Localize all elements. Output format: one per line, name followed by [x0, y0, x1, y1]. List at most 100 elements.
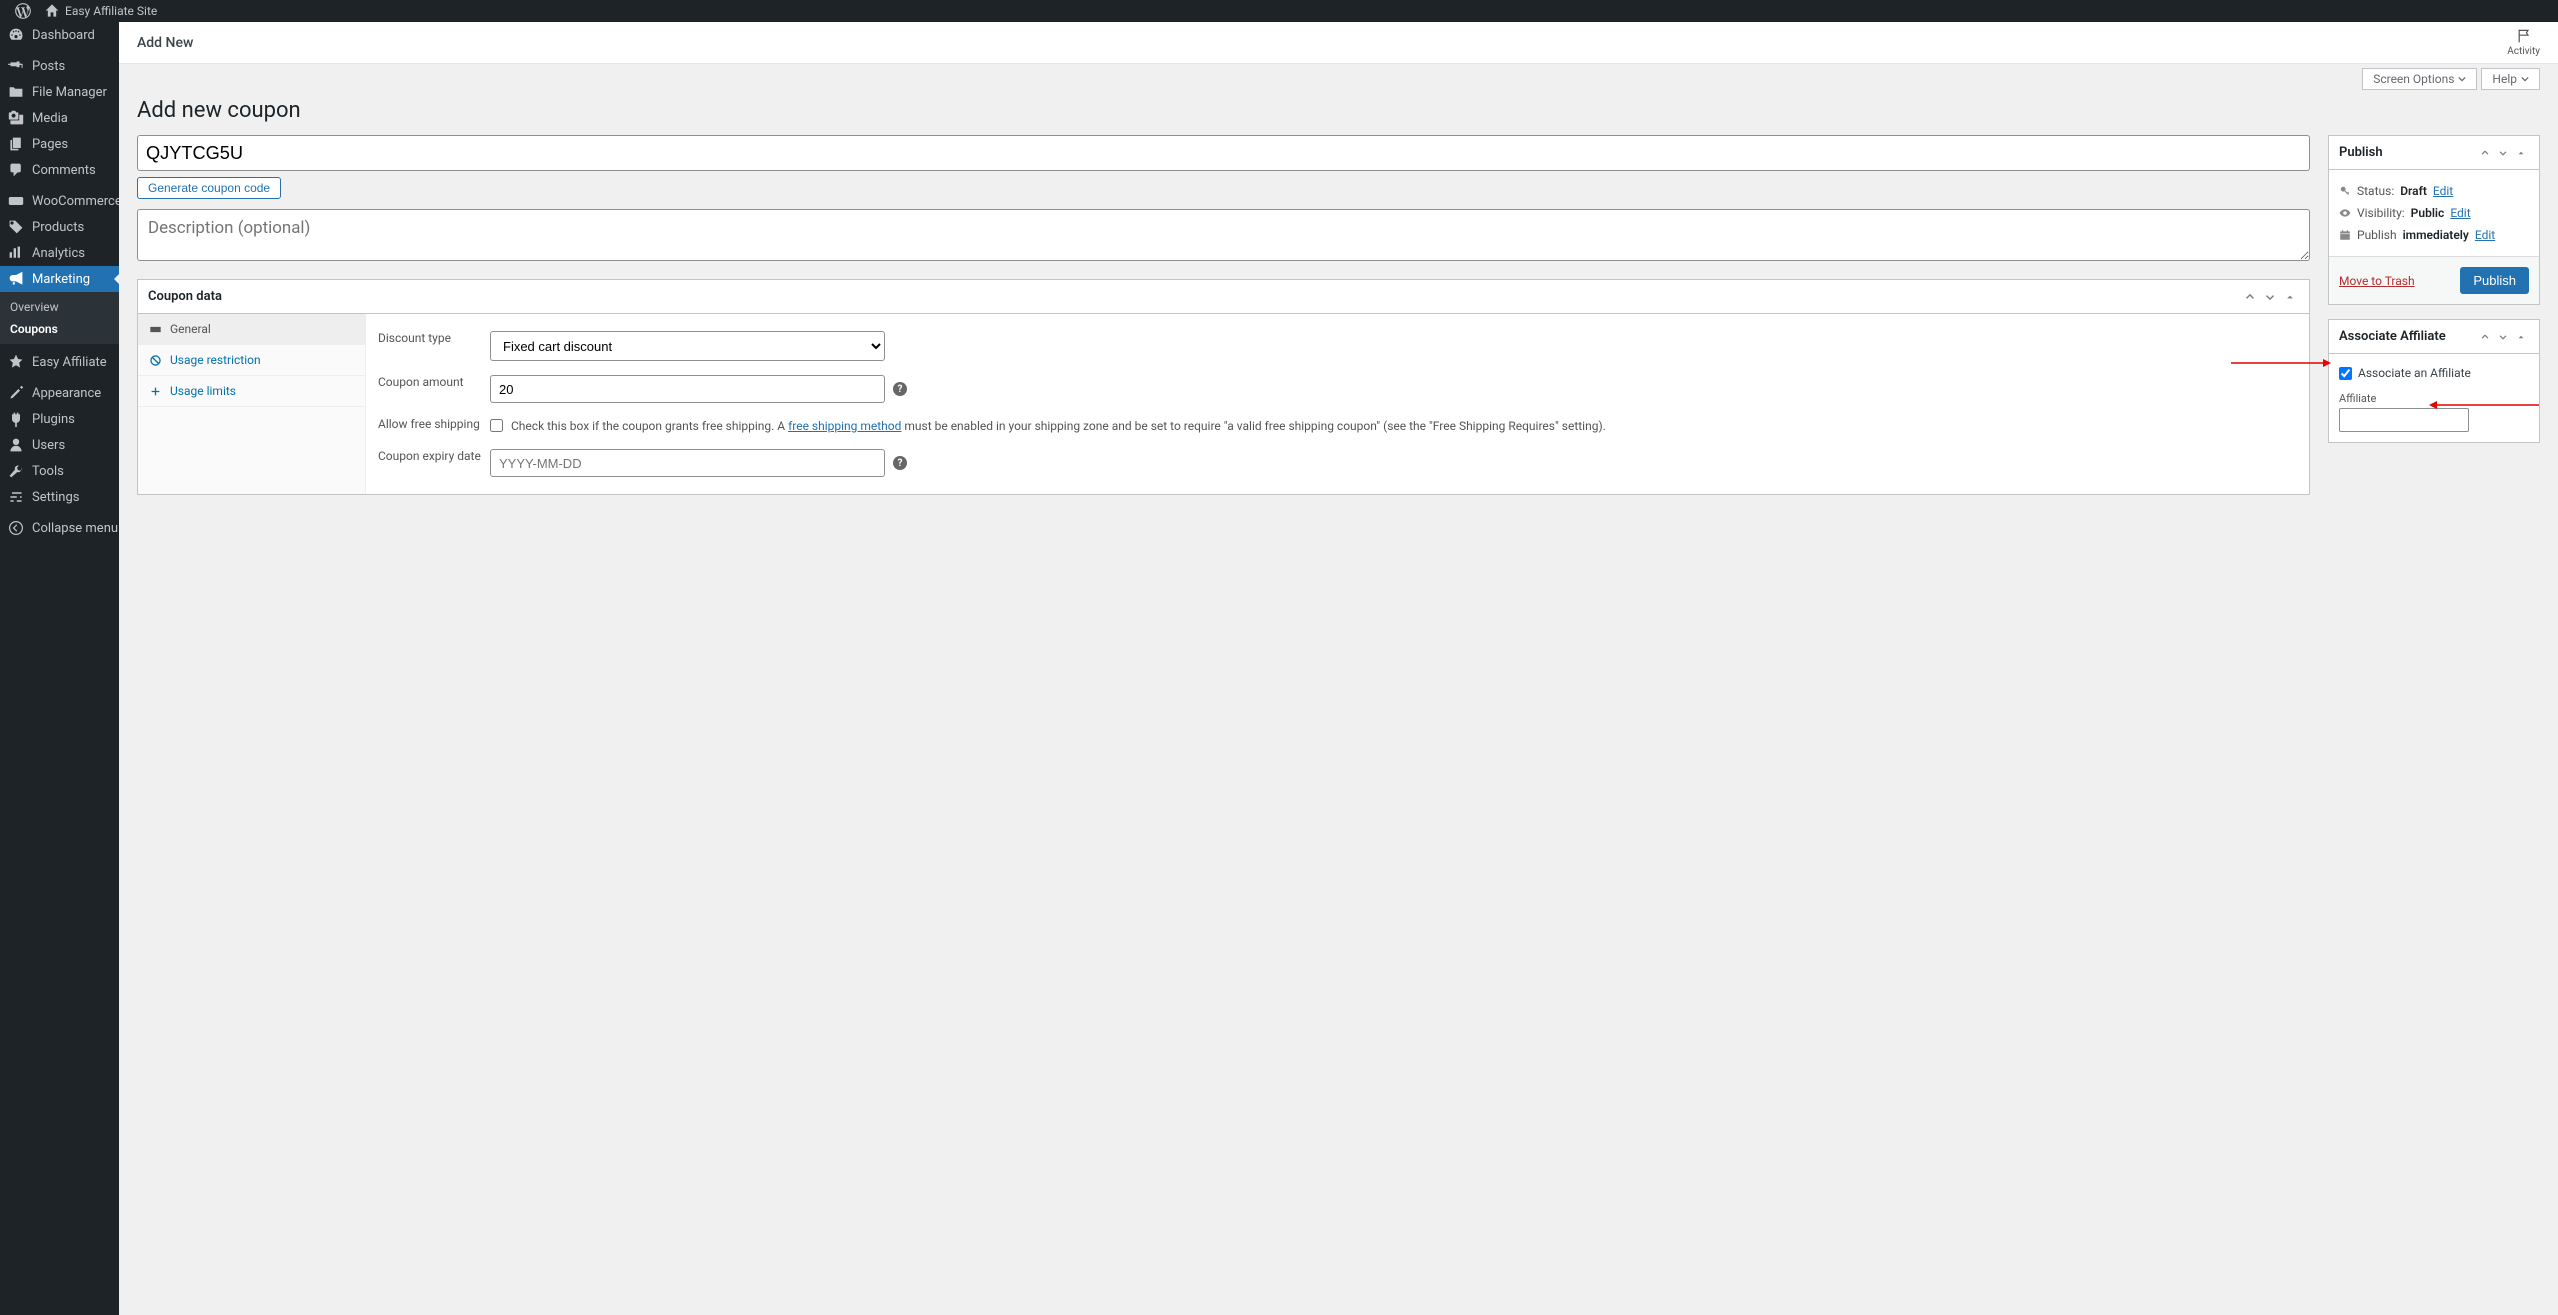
wordpress-icon — [15, 3, 31, 19]
folder-icon — [8, 84, 24, 100]
postbox-down-button[interactable] — [2261, 288, 2279, 306]
menu-label: Appearance — [32, 386, 101, 401]
associate-affiliate-checkbox[interactable] — [2339, 367, 2352, 380]
discount-type-select[interactable]: Fixed cart discount — [490, 331, 885, 361]
menu-label: Tools — [32, 464, 64, 479]
menu-marketing[interactable]: Marketing — [0, 266, 119, 292]
brush-icon — [8, 385, 24, 401]
menu-tools[interactable]: Tools — [0, 458, 119, 484]
menu-users[interactable]: Users — [0, 432, 119, 458]
menu-pages[interactable]: Pages — [0, 131, 119, 157]
media-icon — [8, 110, 24, 126]
menu-dashboard[interactable]: Dashboard — [0, 22, 119, 48]
collapse-menu[interactable]: Collapse menu — [0, 515, 119, 541]
collapse-icon — [8, 520, 24, 536]
wrench-icon — [8, 463, 24, 479]
sliders-icon — [8, 489, 24, 505]
generate-coupon-button[interactable]: Generate coupon code — [137, 177, 281, 199]
page-tabbar: Add New Activity — [119, 22, 2558, 64]
admin-sidebar: Dashboard Posts File Manager Media Pages… — [0, 22, 119, 1315]
menu-label: Media — [32, 111, 68, 126]
menu-file-manager[interactable]: File Manager — [0, 79, 119, 105]
block-icon — [148, 353, 162, 367]
site-name-link[interactable]: Easy Affiliate Site — [38, 4, 164, 18]
wp-logo[interactable] — [8, 3, 38, 19]
expiry-date-input[interactable] — [490, 449, 885, 477]
postbox-toggle-button[interactable] — [2281, 288, 2299, 306]
postbox-down-button[interactable] — [2495, 145, 2511, 161]
home-icon — [45, 4, 59, 18]
discount-type-label: Discount type — [378, 331, 490, 345]
publish-postbox: Publish Status: Draft Edit Visibility: P… — [2328, 135, 2540, 305]
coupon-amount-input[interactable] — [490, 375, 885, 403]
menu-easy-affiliate[interactable]: Easy Affiliate — [0, 349, 119, 375]
postbox-up-button[interactable] — [2477, 329, 2493, 345]
edit-schedule-link[interactable]: Edit — [2475, 228, 2495, 242]
tab-usage-restriction[interactable]: Usage restriction — [138, 345, 365, 376]
caret-up-icon — [2515, 147, 2527, 159]
page-icon — [8, 136, 24, 152]
tab-usage-limits[interactable]: Usage limits — [138, 376, 365, 407]
postbox-toggle-button[interactable] — [2513, 145, 2529, 161]
coupon-code-input[interactable] — [137, 135, 2310, 171]
menu-label: Plugins — [32, 412, 75, 427]
flag-icon — [2516, 28, 2532, 44]
marketing-submenu: Overview Coupons — [0, 292, 119, 344]
menu-appearance[interactable]: Appearance — [0, 380, 119, 406]
key-icon — [2339, 185, 2351, 197]
postbox-up-button[interactable] — [2477, 145, 2493, 161]
expiry-date-label: Coupon expiry date — [378, 449, 490, 463]
associate-affiliate-postbox: Associate Affiliate Associate an Affilia… — [2328, 319, 2540, 443]
user-icon — [8, 437, 24, 453]
tab-general[interactable]: General — [138, 314, 365, 345]
submenu-overview[interactable]: Overview — [0, 296, 119, 318]
caret-up-icon — [2283, 290, 2297, 304]
tab-add-new[interactable]: Add New — [137, 35, 193, 51]
menu-posts[interactable]: Posts — [0, 53, 119, 79]
move-to-trash-link[interactable]: Move to Trash — [2339, 274, 2415, 288]
menu-label: Pages — [32, 137, 68, 152]
associate-checkbox-label: Associate an Affiliate — [2358, 366, 2471, 380]
coupon-tabs: General Usage restriction Usage limits — [138, 314, 366, 494]
chevron-up-icon — [2243, 290, 2257, 304]
free-shipping-description: Check this box if the coupon grants free… — [511, 417, 1606, 435]
menu-label: Collapse menu — [32, 521, 118, 536]
plus-icon — [148, 384, 162, 398]
postbox-up-button[interactable] — [2241, 288, 2259, 306]
comment-icon — [8, 162, 24, 178]
postbox-toggle-button[interactable] — [2513, 329, 2529, 345]
help-button[interactable]: Help — [2481, 68, 2540, 90]
free-shipping-checkbox[interactable] — [490, 419, 503, 432]
help-tip-icon[interactable]: ? — [893, 456, 907, 470]
submenu-coupons[interactable]: Coupons — [0, 318, 119, 340]
caret-up-icon — [2515, 331, 2527, 343]
menu-label: Users — [32, 438, 65, 453]
analytics-icon — [8, 245, 24, 261]
coupon-amount-label: Coupon amount — [378, 375, 490, 389]
chevron-down-icon — [2497, 331, 2509, 343]
activity-panel-button[interactable]: Activity — [2507, 28, 2540, 57]
affiliate-field-label: Affiliate — [2339, 392, 2529, 405]
free-shipping-label: Allow free shipping — [378, 417, 490, 431]
edit-status-link[interactable]: Edit — [2433, 184, 2453, 198]
chevron-up-icon — [2479, 331, 2491, 343]
coupon-description-input[interactable] — [137, 209, 2310, 261]
menu-settings[interactable]: Settings — [0, 484, 119, 510]
help-tip-icon[interactable]: ? — [893, 382, 907, 396]
screen-options-button[interactable]: Screen Options — [2362, 68, 2477, 90]
chevron-down-icon — [2521, 75, 2529, 83]
affiliate-input[interactable] — [2339, 408, 2469, 432]
menu-comments[interactable]: Comments — [0, 157, 119, 183]
free-shipping-method-link[interactable]: free shipping method — [788, 419, 901, 433]
edit-visibility-link[interactable]: Edit — [2450, 206, 2470, 220]
coupon-data-title: Coupon data — [148, 289, 2241, 304]
publish-button[interactable]: Publish — [2460, 267, 2529, 294]
menu-analytics[interactable]: Analytics — [0, 240, 119, 266]
menu-plugins[interactable]: Plugins — [0, 406, 119, 432]
postbox-down-button[interactable] — [2495, 329, 2511, 345]
menu-woocommerce[interactable]: WooCommerce — [0, 188, 119, 214]
chevron-down-icon — [2458, 75, 2466, 83]
site-name: Easy Affiliate Site — [65, 4, 157, 18]
menu-products[interactable]: Products — [0, 214, 119, 240]
menu-media[interactable]: Media — [0, 105, 119, 131]
